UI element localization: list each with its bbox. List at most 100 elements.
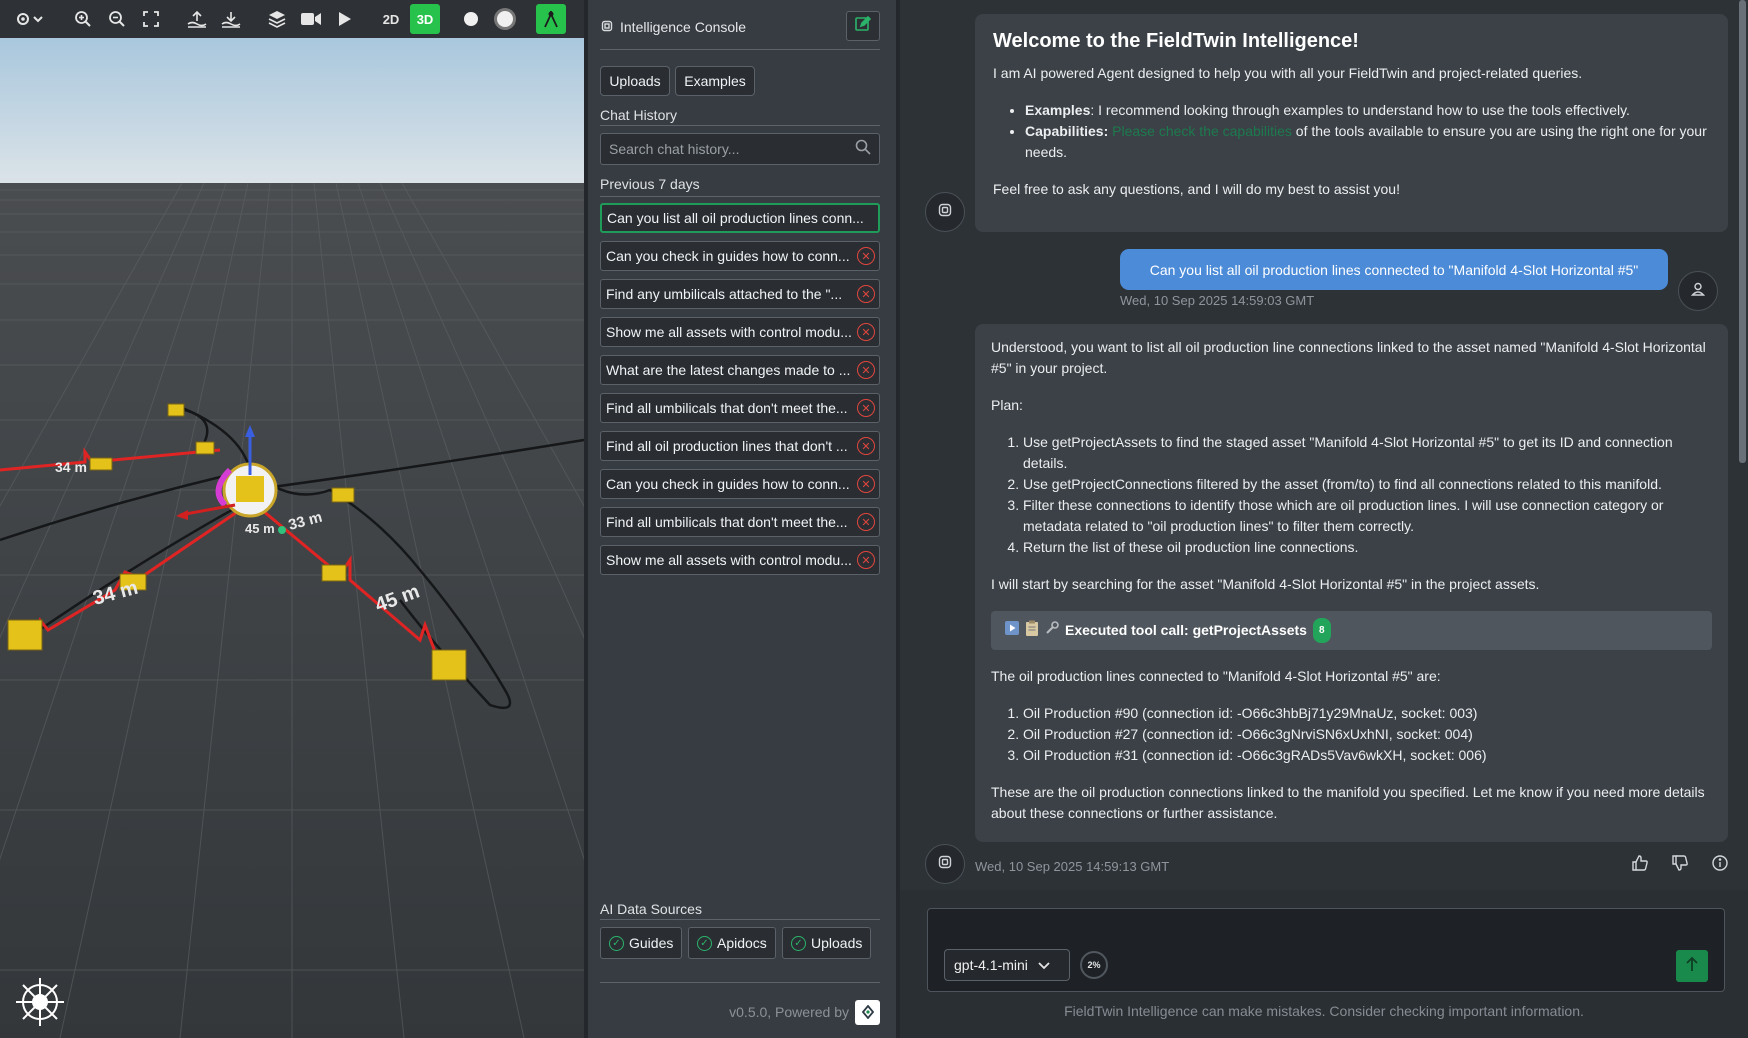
delete-circle-icon[interactable]: ✕ <box>857 323 875 341</box>
chat-history-label: Chat History <box>600 107 678 123</box>
tool-call-toggle[interactable]: Executed tool call: getProjectAssets 8 <box>991 611 1712 650</box>
check-circle-icon: ✓ <box>791 935 806 951</box>
reply-paragraph: These are the oil production connections… <box>991 784 1705 821</box>
history-item[interactable]: Find all oil production lines that don't… <box>600 431 880 461</box>
model-select[interactable]: gpt-4.1-mini <box>944 949 1070 981</box>
brand-logo-icon <box>855 999 880 1025</box>
clipboard-icon <box>1025 620 1039 642</box>
plan-step: Use getProjectAssets to find the staged … <box>1023 432 1712 474</box>
delete-circle-icon[interactable]: ✕ <box>857 399 875 417</box>
delete-circle-icon[interactable]: ✕ <box>857 437 875 455</box>
reply-paragraph: Understood, you want to list all oil pro… <box>991 339 1706 376</box>
welcome-outro: Feel free to ask any questions, and I wi… <box>993 181 1400 197</box>
chat-scrollbar[interactable] <box>1739 0 1746 463</box>
thumbs-up-button[interactable] <box>1629 854 1651 876</box>
bullet-text: : I recommend looking through examples t… <box>1090 102 1630 118</box>
history-item[interactable]: What are the latest changes made to ... ✕ <box>600 355 880 385</box>
tab-examples[interactable]: Examples <box>675 66 755 96</box>
new-chat-button[interactable] <box>846 11 880 41</box>
history-item-label: Find all oil production lines that don't… <box>606 438 848 454</box>
history-item[interactable]: Find all umbilicals that don't meet the.… <box>600 507 880 537</box>
divider <box>600 982 880 983</box>
play-button[interactable] <box>330 4 360 34</box>
reply-paragraph: I will start by searching for the asset … <box>991 576 1540 592</box>
result-item: Oil Production #27 (connection id: -O66c… <box>1023 724 1712 745</box>
context-usage-value: 2% <box>1087 960 1101 970</box>
history-item[interactable]: Can you list all oil production lines co… <box>600 203 880 233</box>
layers-icon <box>268 10 286 28</box>
history-item[interactable]: Can you check in guides how to conn... ✕ <box>600 469 880 499</box>
assistant-avatar <box>925 844 965 884</box>
history-item-label: Show me all assets with control modu... <box>606 552 852 568</box>
surface-down-icon <box>221 10 241 28</box>
distance-label: 34 m <box>55 459 87 475</box>
data-source-guides[interactable]: ✓ Guides <box>600 927 683 959</box>
compass-icon[interactable] <box>16 978 64 1026</box>
welcome-bullet: Capabilities: Please check the capabilit… <box>1025 121 1710 163</box>
history-item[interactable]: Find all umbilicals that don't meet the.… <box>600 393 880 423</box>
tool-call-count-badge: 8 <box>1312 618 1331 643</box>
sphere-icon <box>493 7 517 31</box>
light-toggle-button[interactable] <box>456 4 486 34</box>
tab-uploads[interactable]: Uploads <box>600 66 670 96</box>
assistant-reply: Understood, you want to list all oil pro… <box>975 324 1728 842</box>
settings-menu-button[interactable] <box>6 4 52 34</box>
lower-button[interactable] <box>216 4 246 34</box>
user-icon <box>1690 282 1706 301</box>
distance-label: 45 m <box>245 521 275 536</box>
delete-circle-icon[interactable]: ✕ <box>857 475 875 493</box>
console-title: Intelligence Console <box>620 19 747 35</box>
divider <box>600 196 880 197</box>
tool-call-label: Executed tool call: getProjectAssets <box>1065 622 1307 638</box>
capabilities-link[interactable]: Please check the capabilities <box>1112 123 1292 139</box>
history-item-label: Can you check in guides how to conn... <box>606 476 850 492</box>
thumbs-down-button[interactable] <box>1669 854 1691 876</box>
data-source-label: Uploads <box>811 935 863 951</box>
data-source-apidocs[interactable]: ✓ Apidocs <box>688 927 776 959</box>
delete-circle-icon[interactable]: ✕ <box>857 551 875 569</box>
mode-2d-button[interactable]: 2D <box>376 4 406 34</box>
data-source-label: Guides <box>629 935 674 951</box>
raise-button[interactable] <box>182 4 212 34</box>
chat-history-search[interactable] <box>600 133 880 165</box>
surface-up-icon <box>187 10 207 28</box>
shading-toggle-button[interactable] <box>490 4 520 34</box>
layers-button[interactable] <box>262 4 292 34</box>
result-item: Oil Production #90 (connection id: -O66c… <box>1023 703 1712 724</box>
assistant-avatar <box>925 192 965 232</box>
chip-icon <box>600 19 614 36</box>
delete-circle-icon[interactable]: ✕ <box>857 247 875 265</box>
measure-tool-button[interactable] <box>536 4 566 34</box>
plan-step: Filter these connections to identify tho… <box>1023 495 1712 537</box>
delete-circle-icon[interactable]: ✕ <box>857 513 875 531</box>
play-icon <box>1005 620 1019 641</box>
3d-scene[interactable]: 34 m 34 m 33 m 45 m 45 m <box>0 0 584 1038</box>
history-item-label: Show me all assets with control modu... <box>606 324 852 340</box>
data-source-uploads[interactable]: ✓ Uploads <box>782 927 872 959</box>
3d-viewport[interactable]: 34 m 34 m 33 m 45 m 45 m 2D 3D <box>0 0 584 1038</box>
history-item[interactable]: Show me all assets with control modu... ✕ <box>600 317 880 347</box>
camera-button[interactable] <box>296 4 326 34</box>
plan-step: Use getProjectConnections filtered by th… <box>1023 474 1712 495</box>
welcome-bullet: Examples: I recommend looking through ex… <box>1025 100 1710 121</box>
result-item: Oil Production #31 (connection id: -O66c… <box>1023 745 1712 766</box>
delete-circle-icon[interactable]: ✕ <box>857 361 875 379</box>
zoom-out-button[interactable] <box>102 4 132 34</box>
search-input[interactable] <box>609 141 855 157</box>
zoom-in-button[interactable] <box>68 4 98 34</box>
send-button[interactable] <box>1676 950 1708 982</box>
reply-timestamp: Wed, 10 Sep 2025 14:59:13 GMT <box>975 859 1170 874</box>
info-button[interactable] <box>1709 854 1731 876</box>
thumbs-down-icon <box>1672 854 1688 876</box>
history-item[interactable]: Show me all assets with control modu... ✕ <box>600 545 880 575</box>
delete-circle-icon[interactable]: ✕ <box>857 285 875 303</box>
history-item[interactable]: Find any umbilicals attached to the "...… <box>600 279 880 309</box>
video-camera-icon <box>301 12 321 26</box>
play-icon <box>338 11 352 27</box>
history-item[interactable]: Can you check in guides how to conn... ✕ <box>600 241 880 271</box>
mode-3d-button[interactable]: 3D <box>410 4 440 34</box>
fit-view-button[interactable] <box>136 4 166 34</box>
data-sources-label: AI Data Sources <box>600 901 702 917</box>
chip-icon <box>937 854 953 875</box>
context-usage-indicator: 2% <box>1080 951 1108 979</box>
